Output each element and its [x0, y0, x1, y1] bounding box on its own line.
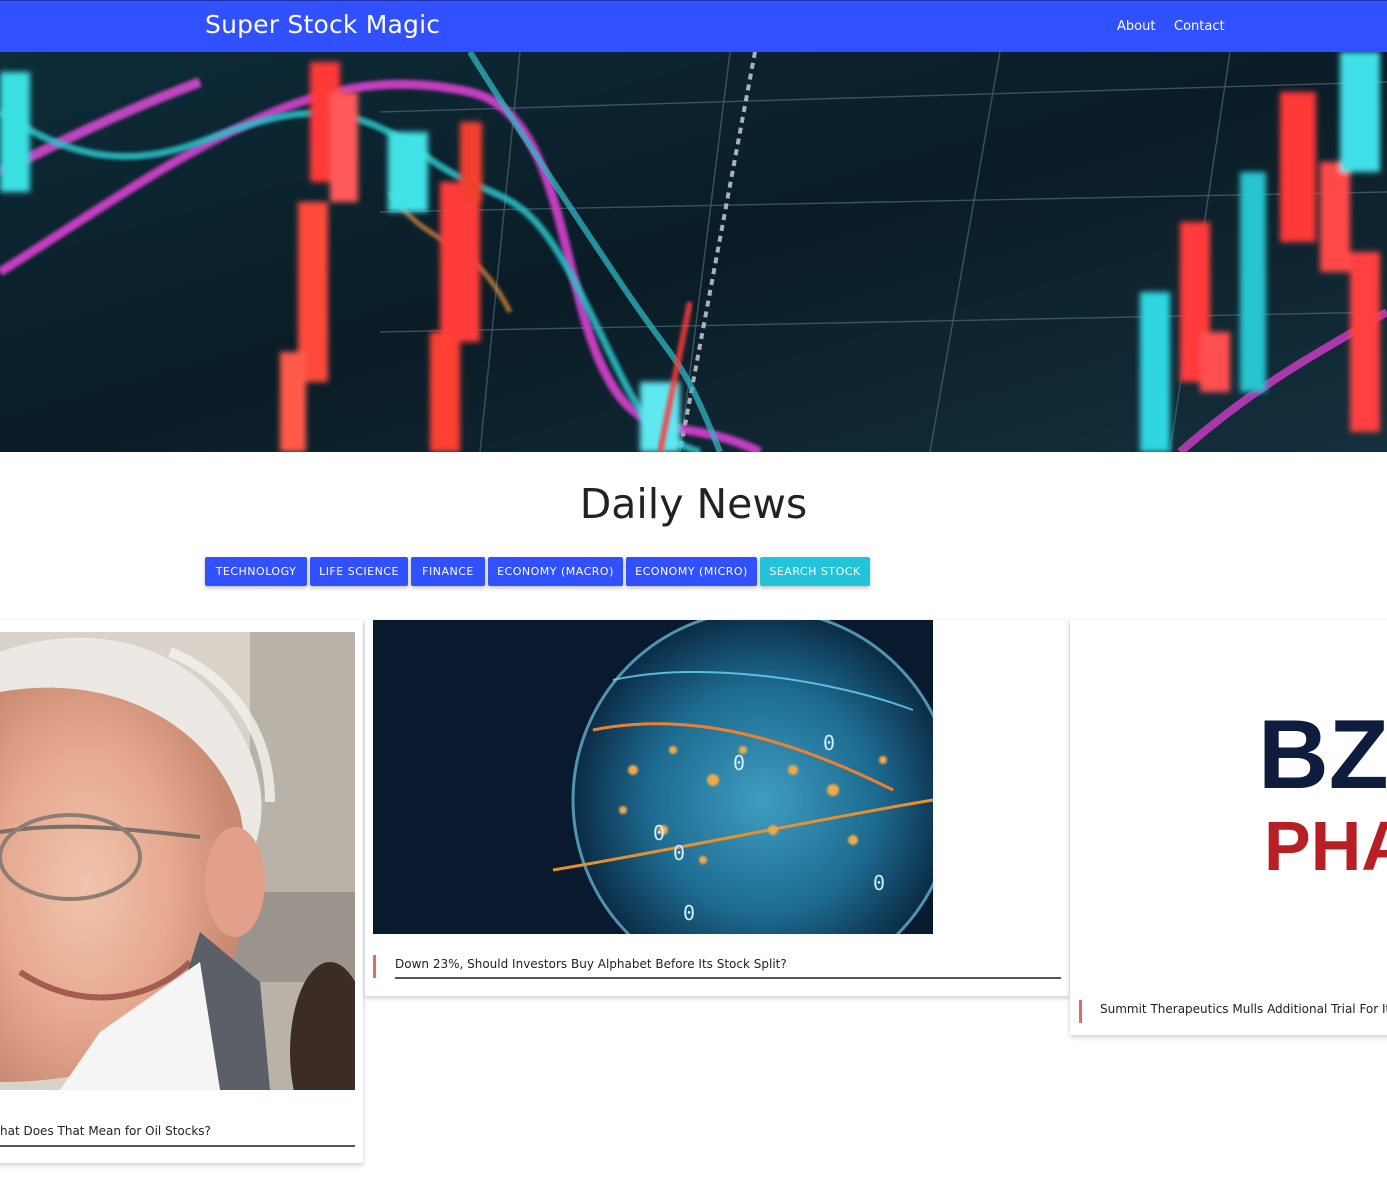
nav-contact-link[interactable]: Contact — [1174, 19, 1225, 34]
svg-text:0: 0 — [653, 821, 665, 845]
article-title[interactable]: hat Does That Mean for Oil Stocks? — [0, 1124, 211, 1138]
svg-text:0: 0 — [683, 901, 695, 925]
top-navbar: Super Stock Magic About Contact — [0, 0, 1387, 52]
category-economy-macro-button[interactable]: ECONOMY (MACRO) — [488, 557, 623, 586]
category-economy-micro-button[interactable]: ECONOMY (MICRO) — [626, 557, 757, 586]
title-underline — [0, 1145, 355, 1147]
article-image: BZ PHA — [1070, 620, 1387, 980]
article-image — [0, 632, 355, 1090]
article-title[interactable]: Down 23%, Should Investors Buy Alphabet … — [395, 957, 787, 971]
svg-text:0: 0 — [673, 841, 685, 865]
svg-text:0: 0 — [733, 751, 745, 775]
category-technology-button[interactable]: TECHNOLOGY — [205, 557, 307, 586]
article-card[interactable]: 000 000 Down 23%, Should Investors Buy A… — [365, 620, 1069, 996]
bz-logo-text: BZ — [1258, 699, 1387, 809]
category-life-science-button[interactable]: LIFE SCIENCE — [310, 557, 408, 586]
svg-text:0: 0 — [873, 871, 885, 895]
category-finance-button[interactable]: FINANCE — [411, 557, 485, 586]
article-image: 000 000 — [373, 620, 933, 934]
nav-about-link[interactable]: About — [1117, 19, 1155, 34]
article-card[interactable]: BZ PHA Summit Therapeutics Mulls Additio… — [1070, 620, 1387, 1035]
pharma-logo-text: PHA — [1264, 807, 1387, 885]
accent-bar — [373, 955, 376, 978]
svg-text:0: 0 — [823, 731, 835, 755]
page-title: Daily News — [579, 480, 808, 528]
accent-bar — [1079, 1000, 1082, 1023]
hero-banner-image — [0, 52, 1387, 452]
article-title[interactable]: Summit Therapeutics Mulls Additional Tri… — [1100, 1002, 1387, 1016]
article-card[interactable]: hat Does That Mean for Oil Stocks? — [0, 620, 363, 1163]
search-stock-button[interactable]: SEARCH STOCK — [760, 557, 870, 586]
title-underline — [395, 977, 1061, 979]
brand-link[interactable]: Super Stock Magic — [205, 10, 440, 39]
